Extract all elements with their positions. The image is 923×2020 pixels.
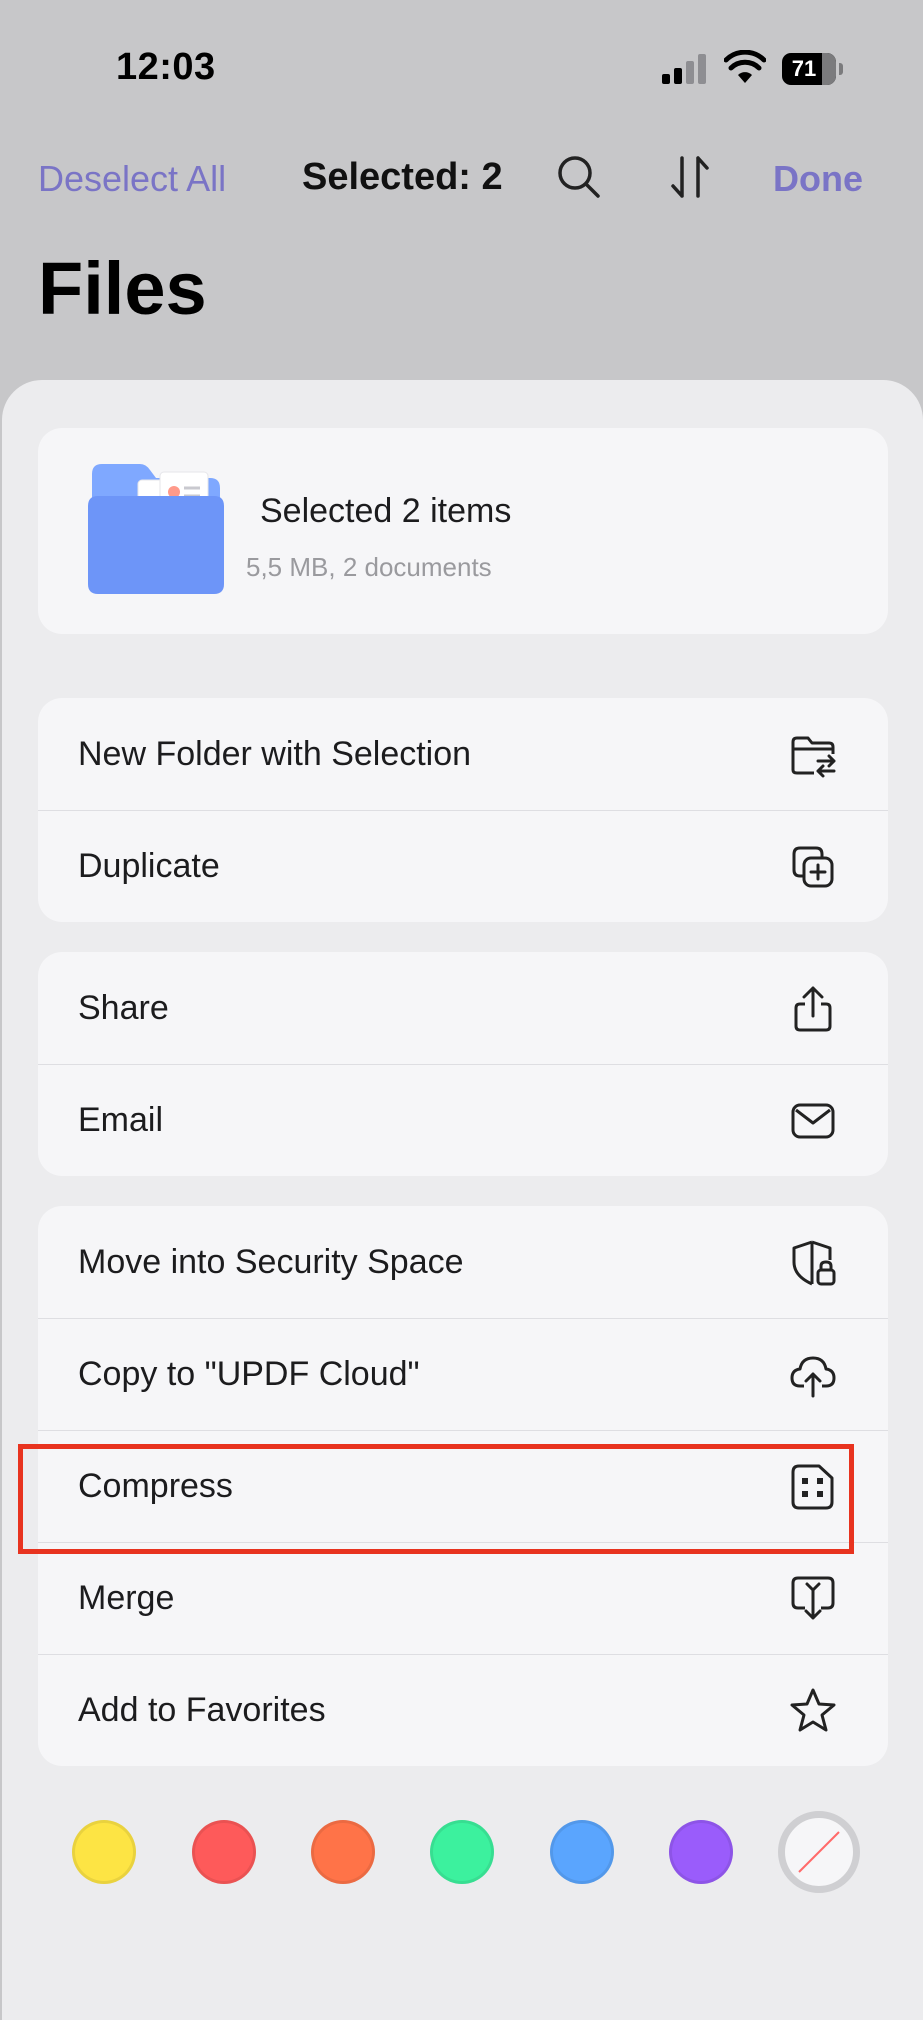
action-group-organize: New Folder with Selection Duplicate (38, 698, 888, 922)
share-icon (794, 986, 832, 1032)
new-folder-with-selection-button[interactable]: New Folder with Selection (38, 698, 888, 810)
yellow-tag-swatch[interactable] (72, 1820, 136, 1884)
selected-count: Selected: 2 (302, 156, 503, 198)
action-sheet: Selected 2 items 5,5 MB, 2 documents New… (2, 380, 923, 2020)
row-label: Move into Security Space (78, 1242, 464, 1281)
merge-icon (791, 1576, 835, 1620)
star-icon (790, 1688, 836, 1732)
new-folder-icon (791, 736, 836, 778)
row-label: Merge (78, 1578, 175, 1617)
battery-nub (839, 63, 843, 75)
summary-title: Selected 2 items (260, 492, 512, 530)
no-color-slash-icon (798, 1831, 840, 1873)
no-color-tag-swatch[interactable] (778, 1811, 860, 1893)
row-label: New Folder with Selection (78, 734, 472, 773)
row-label: Share (78, 988, 169, 1027)
selection-summary-card: Selected 2 items 5,5 MB, 2 documents (38, 428, 888, 634)
deselect-all-button[interactable]: Deselect All (38, 158, 226, 200)
action-group-share: Share Email (38, 952, 888, 1176)
color-tag-row (0, 1810, 923, 1900)
summary-subtitle: 5,5 MB, 2 documents (246, 552, 492, 582)
blue-tag-swatch[interactable] (550, 1820, 614, 1884)
status-bar: 12:03 71 (0, 0, 923, 130)
wifi-icon (724, 50, 766, 83)
sort-icon[interactable] (668, 154, 714, 200)
folder-icon (88, 464, 224, 594)
battery-level: 71 (791, 56, 817, 81)
mail-icon (791, 1103, 835, 1139)
move-into-security-space-button[interactable]: Move into Security Space (38, 1206, 888, 1318)
purple-tag-swatch[interactable] (669, 1820, 733, 1884)
duplicate-button[interactable]: Duplicate (38, 810, 888, 922)
merge-button[interactable]: Merge (38, 1542, 888, 1654)
red-tag-swatch[interactable] (192, 1820, 256, 1884)
duplicate-icon (792, 846, 834, 888)
green-tag-swatch[interactable] (430, 1820, 494, 1884)
done-button[interactable]: Done (773, 158, 863, 200)
search-icon[interactable] (556, 154, 602, 200)
page-title: Files (38, 247, 207, 330)
orange-tag-swatch[interactable] (311, 1820, 375, 1884)
cellular-signal-icon (662, 54, 706, 84)
email-button[interactable]: Email (38, 1064, 888, 1176)
cloud-upload-icon (790, 1356, 836, 1398)
status-time: 12:03 (116, 46, 216, 88)
row-label: Email (78, 1100, 164, 1139)
share-button[interactable]: Share (38, 952, 888, 1064)
copy-to-updf-cloud-button[interactable]: Copy to "UPDF Cloud" (38, 1318, 888, 1430)
add-to-favorites-button[interactable]: Add to Favorites (38, 1654, 888, 1766)
battery-icon: 71 (782, 53, 836, 85)
row-label: Add to Favorites (78, 1690, 326, 1729)
row-label: Copy to "UPDF Cloud" (78, 1354, 420, 1393)
row-label: Duplicate (78, 846, 220, 885)
shield-lock-icon (792, 1240, 836, 1286)
compress-highlight-box (18, 1444, 854, 1554)
